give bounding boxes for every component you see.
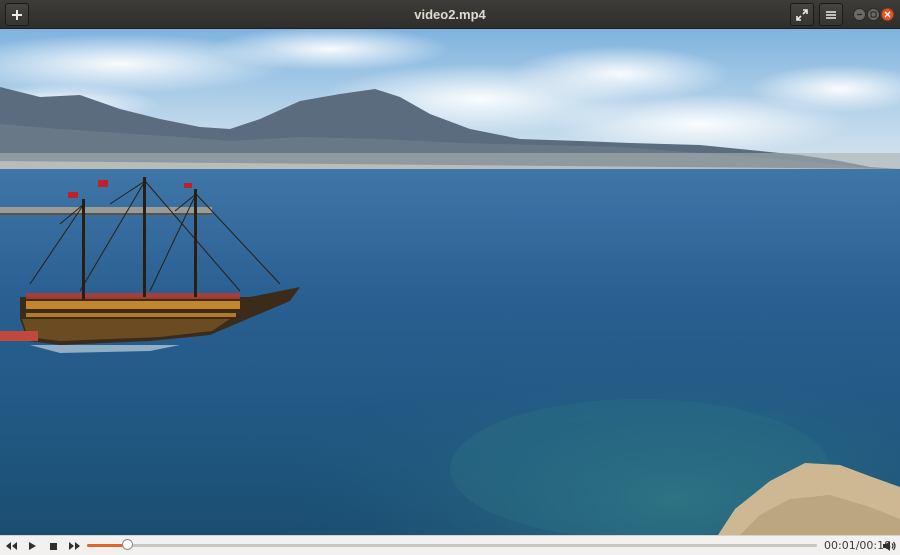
play-button[interactable] (24, 538, 40, 554)
rewind-icon (5, 542, 17, 550)
header-bar: video2.mp4 (0, 0, 900, 29)
stop-icon (49, 542, 57, 550)
seek-handle[interactable] (121, 539, 133, 550)
add-media-button[interactable] (5, 3, 29, 26)
stop-button[interactable] (45, 538, 61, 554)
close-button[interactable] (881, 8, 894, 21)
play-icon (29, 542, 36, 550)
menu-button[interactable] (819, 3, 843, 26)
fullscreen-button[interactable] (790, 3, 814, 26)
video-scene (0, 29, 900, 535)
minimize-button[interactable] (853, 8, 866, 21)
rewind-button[interactable] (3, 538, 19, 554)
window-title: video2.mp4 (414, 7, 486, 22)
hamburger-menu-icon (826, 10, 836, 19)
video-frame[interactable] (0, 29, 900, 535)
maximize-button[interactable] (867, 8, 880, 21)
playback-controls: 00:01/00:18 (0, 535, 900, 555)
fast-forward-button[interactable] (66, 538, 82, 554)
minimize-icon (857, 13, 862, 16)
seek-bar[interactable] (87, 544, 817, 547)
volume-icon (883, 541, 896, 551)
plus-icon (12, 9, 22, 20)
volume-button[interactable] (881, 538, 897, 554)
maximize-icon (870, 11, 877, 18)
fullscreen-icon (796, 8, 808, 21)
video-player-window: video2.mp4 00:01/00:18 (0, 0, 900, 555)
close-icon (884, 11, 891, 18)
fast-forward-icon (68, 542, 80, 550)
